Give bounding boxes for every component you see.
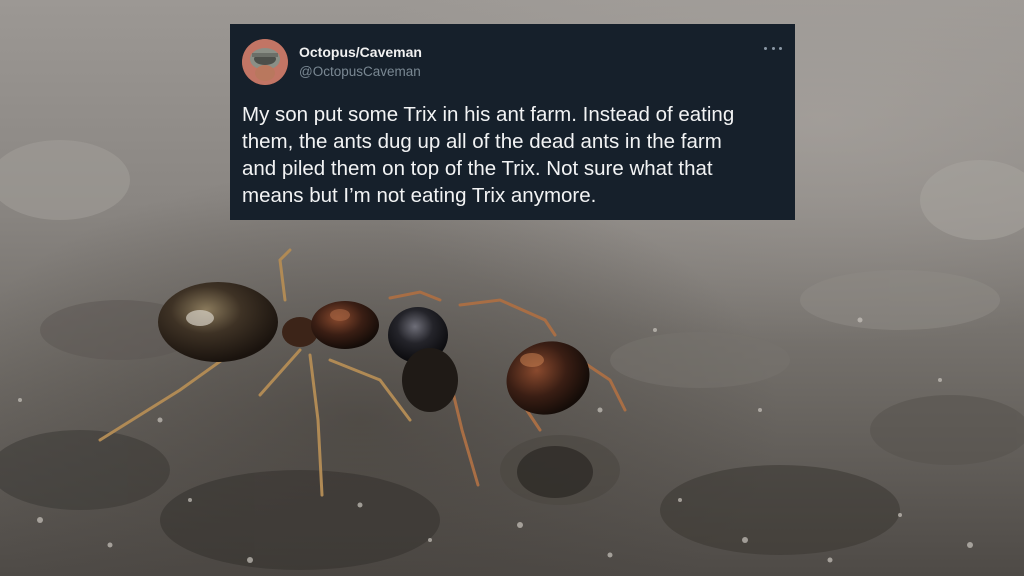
dot: [771, 46, 775, 50]
tweet-text: My son put some Trix in his ant farm. In…: [242, 103, 735, 207]
avatar[interactable]: [242, 39, 288, 85]
user-handle[interactable]: @OctopusCaveman: [299, 64, 421, 79]
more-horizontal-icon[interactable]: [764, 43, 782, 53]
dot: [779, 46, 782, 50]
soil-clump: [517, 446, 593, 498]
avatar-image: [242, 39, 288, 85]
ant-photo-background: Octopus/Caveman @OctopusCaveman My son p…: [0, 0, 1024, 576]
tweet-card[interactable]: Octopus/Caveman @OctopusCaveman My son p…: [230, 24, 795, 220]
dot: [764, 46, 767, 50]
display-name[interactable]: Octopus/Caveman: [299, 44, 422, 60]
